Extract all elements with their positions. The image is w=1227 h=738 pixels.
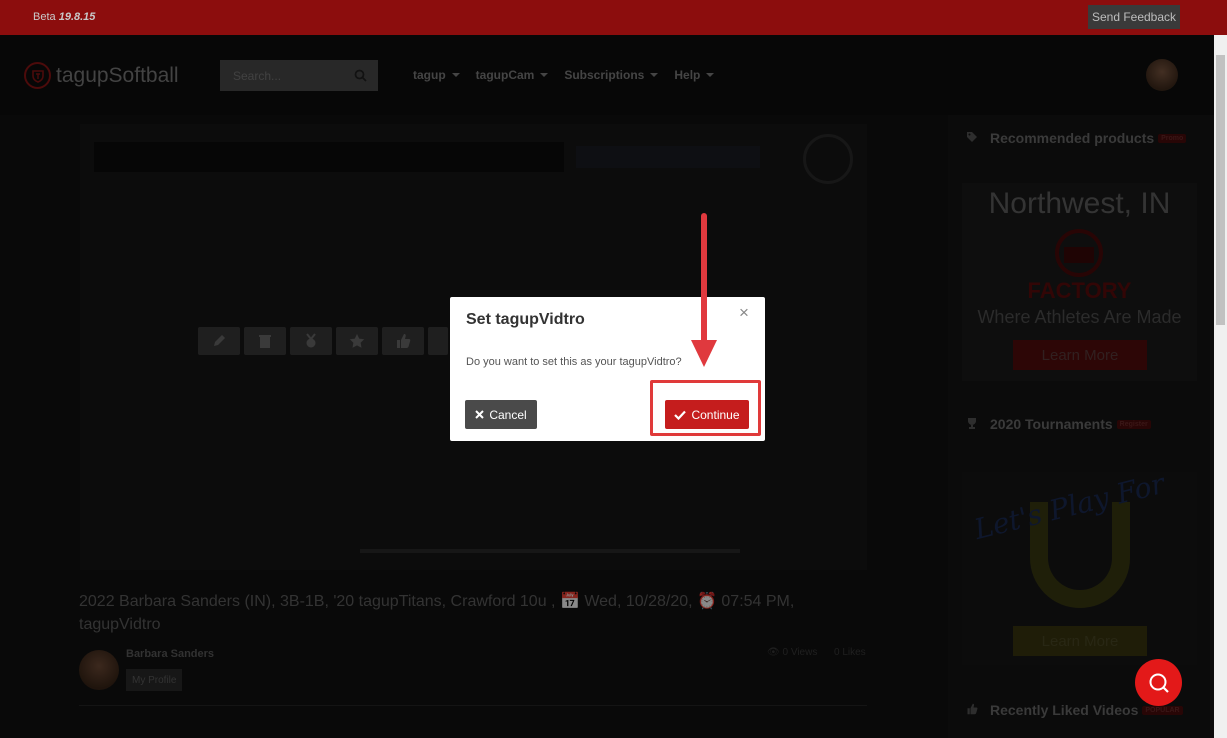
beta-version: Beta 19.8.15 (33, 11, 95, 23)
chat-search-icon (1149, 673, 1169, 693)
cancel-button[interactable]: Cancel (465, 400, 537, 429)
page: Beta 19.8.15 Send Feedback tagupSoftball… (0, 0, 1227, 738)
scrollbar-thumb[interactable] (1216, 55, 1225, 325)
page-scrollbar[interactable] (1214, 35, 1227, 738)
beta-bar: Beta 19.8.15 Send Feedback (0, 0, 1227, 35)
send-feedback-button[interactable]: Send Feedback (1088, 5, 1180, 29)
dialog-message: Do you want to set this as your tagupVid… (466, 356, 682, 368)
annotation-highlight-box (650, 380, 761, 436)
chat-search-button[interactable] (1135, 659, 1182, 706)
x-icon (475, 410, 485, 419)
close-icon[interactable]: × (739, 304, 753, 321)
annotation-arrow-down-icon (691, 213, 717, 367)
beta-label: Beta (33, 11, 56, 23)
dialog-title: Set tagupVidtro (466, 311, 585, 328)
cancel-label: Cancel (489, 407, 527, 422)
version-number: 19.8.15 (58, 11, 96, 23)
